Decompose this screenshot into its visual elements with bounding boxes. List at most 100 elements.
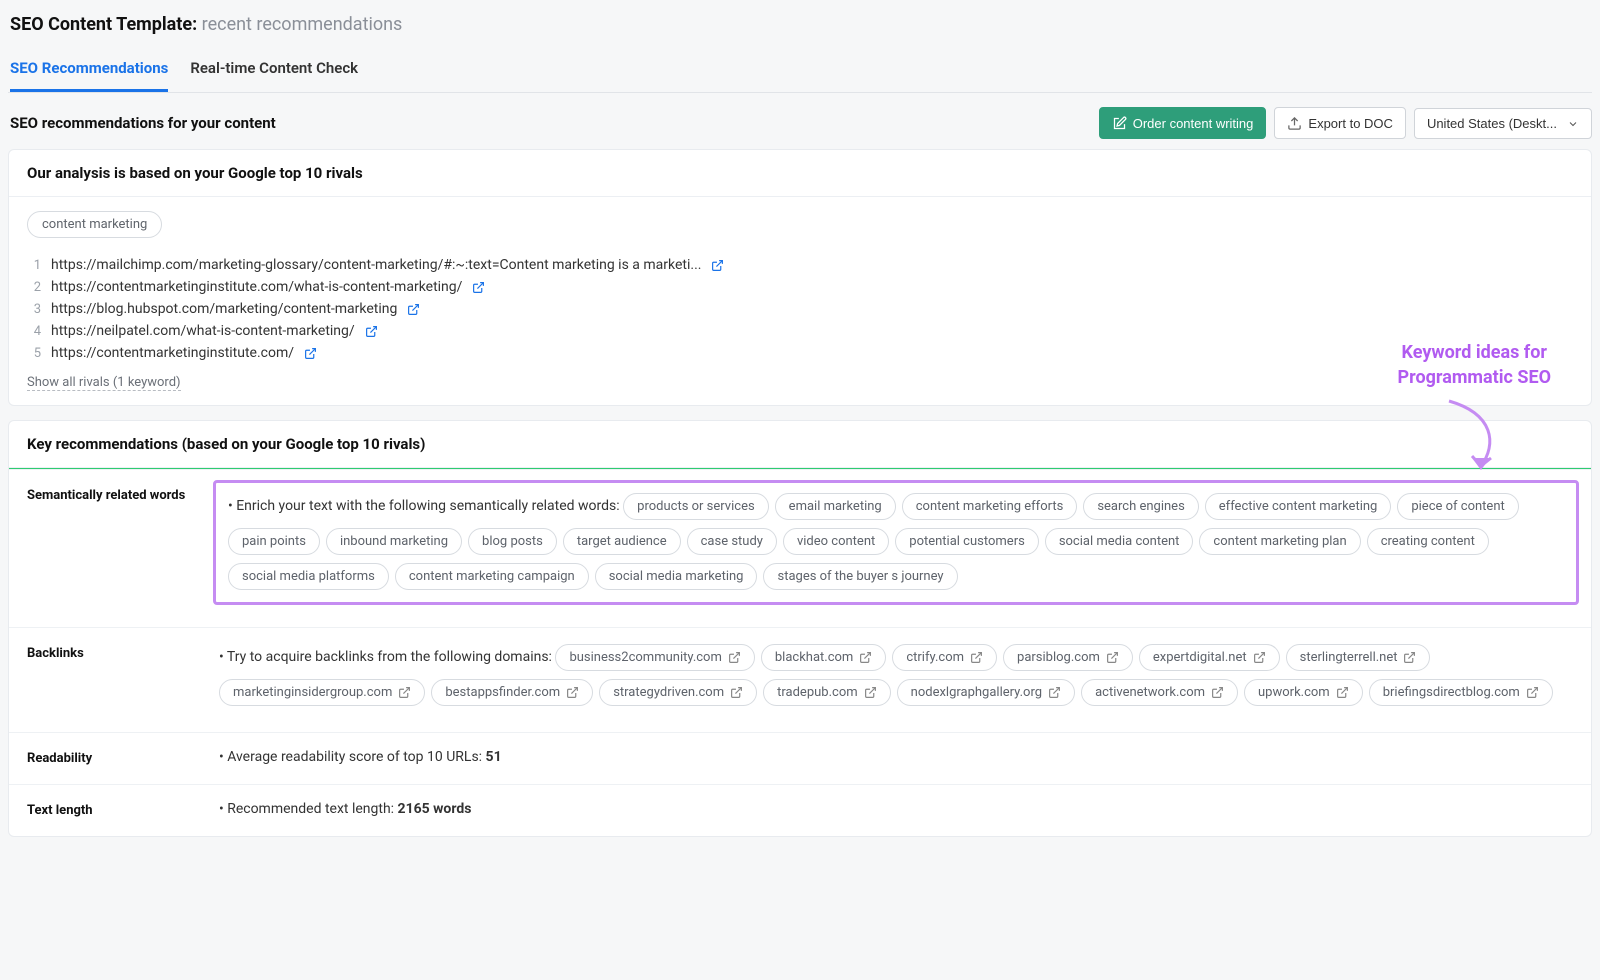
backlink-domain-pill[interactable]: upwork.com xyxy=(1244,679,1363,706)
readability-label: Readability xyxy=(9,733,219,784)
export-doc-button[interactable]: Export to DOC xyxy=(1274,107,1406,139)
rival-link[interactable]: https://contentmarketinginstitute.com/ xyxy=(51,345,294,361)
semantic-word-pill[interactable]: stages of the buyer s journey xyxy=(763,563,957,590)
semantic-word-pill[interactable]: pain points xyxy=(228,528,320,555)
rivals-card: Our analysis is based on your Google top… xyxy=(8,149,1592,406)
semantic-word-pill[interactable]: content marketing efforts xyxy=(902,493,1078,520)
semantic-word-pill[interactable]: video content xyxy=(783,528,889,555)
external-link-icon[interactable] xyxy=(711,259,724,272)
external-link-icon xyxy=(1336,685,1349,700)
backlink-domain-text: blackhat.com xyxy=(775,650,853,665)
external-link-icon[interactable] xyxy=(365,325,378,338)
backlink-domain-pill[interactable]: marketinginsidergroup.com xyxy=(219,679,425,706)
semantic-word-pill[interactable]: case study xyxy=(687,528,777,555)
order-content-writing-button[interactable]: Order content writing xyxy=(1099,107,1267,139)
text-length-lead: • Recommended text length: xyxy=(219,801,398,817)
semantic-word-pill[interactable]: content marketing plan xyxy=(1199,528,1360,555)
rival-link[interactable]: https://mailchimp.com/marketing-glossary… xyxy=(51,257,701,273)
edit-icon xyxy=(1112,115,1127,131)
rival-item: 4 https://neilpatel.com/what-is-content-m… xyxy=(27,320,1573,342)
rival-item: 3 https://blog.hubspot.com/marketing/cont… xyxy=(27,298,1573,320)
backlink-domain-pill[interactable]: expertdigital.net xyxy=(1139,644,1280,671)
show-all-rivals-link[interactable]: Show all rivals (1 keyword) xyxy=(27,375,181,391)
backlink-domain-pill[interactable]: bestappsfinder.com xyxy=(431,679,593,706)
backlink-domain-text: activenetwork.com xyxy=(1095,685,1205,700)
external-link-icon xyxy=(1253,650,1266,665)
semantic-word-pill[interactable]: email marketing xyxy=(775,493,896,520)
external-link-icon[interactable] xyxy=(407,303,420,316)
external-link-icon xyxy=(728,650,741,665)
rival-item: 5 https://contentmarketinginstitute.com/ xyxy=(27,342,1573,364)
backlink-domain-text: marketinginsidergroup.com xyxy=(233,685,392,700)
rival-index: 2 xyxy=(27,280,41,295)
backlink-domain-pill[interactable]: sterlingterrell.net xyxy=(1286,644,1431,671)
semantic-words-lead: • Enrich your text with the following se… xyxy=(228,498,620,514)
semantic-word-pill[interactable]: piece of content xyxy=(1397,493,1518,520)
rival-link[interactable]: https://neilpatel.com/what-is-content-ma… xyxy=(51,323,355,339)
backlink-domain-text: nodexlgraphgallery.org xyxy=(911,685,1042,700)
backlink-domain-text: sterlingterrell.net xyxy=(1300,650,1398,665)
external-link-icon[interactable] xyxy=(304,347,317,360)
semantic-words-highlight: • Enrich your text with the following se… xyxy=(213,480,1579,605)
backlink-domain-pill[interactable]: tradepub.com xyxy=(763,679,891,706)
backlinks-lead: • Try to acquire backlinks from the foll… xyxy=(219,649,552,665)
export-button-label: Export to DOC xyxy=(1308,116,1393,131)
external-link-icon xyxy=(970,650,983,665)
rival-link[interactable]: https://blog.hubspot.com/marketing/conte… xyxy=(51,301,397,317)
backlink-domain-text: upwork.com xyxy=(1258,685,1330,700)
key-recommendations-card: Key recommendations (based on your Googl… xyxy=(8,420,1592,837)
key-recommendations-heading: Key recommendations (based on your Googl… xyxy=(9,421,1591,468)
text-length-row: Text length • Recommended text length: 2… xyxy=(9,784,1591,836)
locale-select[interactable]: United States (Deskt... xyxy=(1414,108,1592,139)
semantic-word-pill[interactable]: effective content marketing xyxy=(1205,493,1392,520)
semantic-word-pill[interactable]: products or services xyxy=(623,493,769,520)
semantic-word-pill[interactable]: social media marketing xyxy=(595,563,758,590)
semantic-word-pill[interactable]: blog posts xyxy=(468,528,557,555)
external-link-icon xyxy=(398,685,411,700)
backlink-domain-pill[interactable]: business2community.com xyxy=(555,644,754,671)
backlink-domain-pill[interactable]: parsiblog.com xyxy=(1003,644,1133,671)
semantic-word-pill[interactable]: content marketing campaign xyxy=(395,563,589,590)
semantic-words-row: Semantically related words Keyword ideas… xyxy=(9,469,1591,627)
tabs: SEO Recommendations Real-time Content Ch… xyxy=(8,49,1592,93)
backlink-domain-text: bestappsfinder.com xyxy=(445,685,560,700)
locale-label: United States (Deskt... xyxy=(1427,116,1557,131)
external-link-icon xyxy=(1211,685,1224,700)
rival-index: 3 xyxy=(27,302,41,317)
order-button-label: Order content writing xyxy=(1133,116,1254,131)
semantic-word-pill[interactable]: potential customers xyxy=(895,528,1039,555)
keyword-tag[interactable]: content marketing xyxy=(27,211,162,238)
semantic-word-pill[interactable]: social media platforms xyxy=(228,563,389,590)
backlink-domain-pill[interactable]: nodexlgraphgallery.org xyxy=(897,679,1075,706)
backlink-domain-pill[interactable]: activenetwork.com xyxy=(1081,679,1238,706)
text-length-value: 2165 words xyxy=(398,801,472,817)
backlink-domain-pill[interactable]: blackhat.com xyxy=(761,644,886,671)
backlinks-label: Backlinks xyxy=(9,628,219,732)
backlink-domain-text: business2community.com xyxy=(569,650,721,665)
rival-index: 5 xyxy=(27,346,41,361)
semantic-word-pill[interactable]: creating content xyxy=(1367,528,1489,555)
rival-item: 1https://mailchimp.com/marketing-glossar… xyxy=(27,254,1573,276)
chevron-down-icon xyxy=(1567,116,1579,131)
semantic-word-pill[interactable]: search engines xyxy=(1083,493,1198,520)
semantic-word-pill[interactable]: inbound marketing xyxy=(326,528,462,555)
rivals-list: 1https://mailchimp.com/marketing-glossar… xyxy=(27,254,1573,364)
rival-link[interactable]: https://contentmarketinginstitute.com/wh… xyxy=(51,279,462,295)
rival-index: 4 xyxy=(27,324,41,339)
external-link-icon xyxy=(859,650,872,665)
semantic-word-pill[interactable]: social media content xyxy=(1045,528,1194,555)
backlink-domain-pill[interactable]: briefingsdirectblog.com xyxy=(1369,679,1553,706)
semantic-word-pill[interactable]: target audience xyxy=(563,528,681,555)
external-link-icon xyxy=(864,685,877,700)
external-link-icon xyxy=(1048,685,1061,700)
upload-icon xyxy=(1287,115,1302,131)
backlink-domain-text: expertdigital.net xyxy=(1153,650,1247,665)
tab-realtime-check[interactable]: Real-time Content Check xyxy=(190,49,358,92)
backlink-domain-pill[interactable]: ctrify.com xyxy=(892,644,997,671)
backlink-domain-text: parsiblog.com xyxy=(1017,650,1100,665)
backlinks-row: Backlinks • Try to acquire backlinks fro… xyxy=(9,627,1591,732)
backlink-domain-pill[interactable]: strategydriven.com xyxy=(599,679,757,706)
external-link-icon[interactable] xyxy=(472,281,485,294)
action-bar: Order content writing Export to DOC Unit… xyxy=(1099,107,1592,139)
tab-seo-recommendations[interactable]: SEO Recommendations xyxy=(10,49,168,92)
